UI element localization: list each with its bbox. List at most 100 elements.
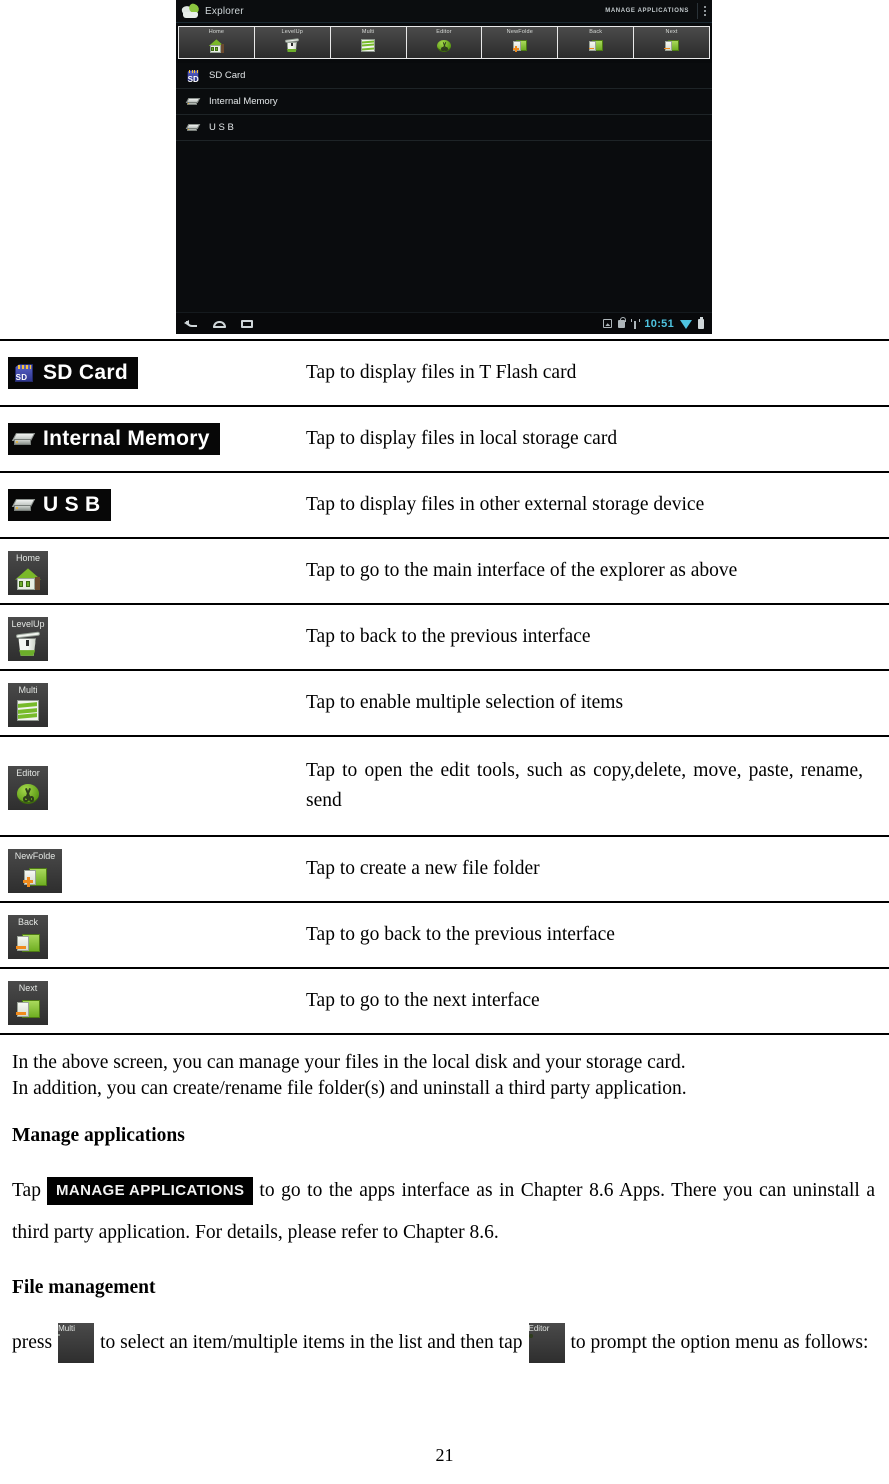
tile-label: Editor	[528, 1324, 550, 1334]
storage-list-item-label: U S B	[209, 122, 234, 133]
row-description: Tap to display files in other external s…	[306, 494, 705, 515]
new-folder-icon	[511, 37, 528, 54]
explorer-app-icon	[180, 2, 201, 19]
overflow-menu-icon[interactable]	[697, 3, 706, 19]
storage-list-item-usb[interactable]: U S B	[176, 115, 712, 141]
table-cell-icon: Multi	[0, 669, 296, 737]
status-clock: 10:51	[644, 317, 674, 330]
back-button-tile[interactable]: Back	[8, 914, 48, 959]
toolbar-label: Editor	[436, 29, 452, 35]
table-row: Home Tap to go to the main interface of …	[0, 537, 889, 605]
multi-select-icon	[360, 37, 377, 54]
file-pre-text: press	[12, 1331, 53, 1353]
table-cell-description: Tap to enable multiple selection of item…	[296, 669, 889, 737]
sd-card-icon: SD	[186, 69, 200, 84]
storage-list-item-sd-card[interactable]: SD SD Card	[176, 63, 712, 89]
manage-mid-text: to go to the apps interface as in Chapte…	[259, 1179, 717, 1201]
tile-label: Home	[15, 552, 40, 563]
back-folder-icon	[587, 37, 604, 54]
table-cell-description: Tap to display files in local storage ca…	[296, 405, 889, 473]
tile-label: LevelUp	[11, 618, 45, 629]
table-cell-icon: NewFolde	[0, 835, 296, 903]
body-content: In the above screen, you can manage your…	[0, 1030, 889, 1383]
toolbar-label: Multi	[361, 29, 375, 35]
home-button-tile[interactable]: Home	[8, 550, 48, 595]
hdd-icon	[12, 430, 36, 449]
next-button-tile[interactable]: Next	[8, 980, 48, 1025]
manage-applications-action[interactable]: MANAGE APPLICATIONS	[605, 8, 689, 14]
sd-card-chip[interactable]: SD SD Card	[8, 357, 138, 389]
file-line-2: option menu as follows:	[680, 1331, 869, 1353]
table-cell-description: Tap to open the edit tools, such as copy…	[296, 735, 889, 837]
storage-list-item-internal-memory[interactable]: Internal Memory	[176, 89, 712, 115]
android-title-bar: Explorer MANAGE APPLICATIONS	[176, 0, 712, 23]
toolbar-label: Back	[589, 29, 603, 35]
heading-manage-applications: Manage applications	[12, 1125, 185, 1146]
file-mid-text: to select an item/multiple items in the …	[100, 1331, 523, 1353]
new-folder-button-tile[interactable]: NewFolde	[8, 848, 62, 893]
toolbar-label: NewFolde	[506, 29, 534, 35]
table-cell-description: Tap to go to the next interface	[296, 967, 889, 1035]
usb-chip[interactable]: U S B	[8, 489, 111, 521]
storage-list-item-label: Internal Memory	[209, 96, 278, 107]
table-cell-icon: Back	[0, 901, 296, 969]
status-icons: 10:51	[603, 316, 704, 330]
tile-label: Multi	[58, 1324, 75, 1334]
toolbar-label: LevelUp	[281, 29, 304, 35]
table-cell-icon: Next	[0, 967, 296, 1035]
back-folder-icon	[14, 929, 42, 957]
editor-button-tile[interactable]: Editor	[8, 765, 48, 810]
back-icon[interactable]	[184, 318, 199, 330]
levelup-trash-icon	[14, 631, 42, 659]
table-row: SD SD Card Tap to display files in T Fla…	[0, 339, 889, 407]
toolbar-button-multi[interactable]: Multi	[329, 26, 407, 59]
explorer-toolbar: Home LevelUp Multi Editor NewFolde Back …	[176, 23, 712, 63]
home-icon	[14, 565, 42, 593]
table-cell-description: Tap to back to the previous interface	[296, 603, 889, 671]
multi-button-tile[interactable]: Multi	[8, 682, 48, 727]
row-description: Tap to go back to the previous interface	[306, 924, 615, 945]
table-row: LevelUp Tap to back to the previous inte…	[0, 603, 889, 671]
new-folder-icon	[21, 863, 49, 891]
intro-line-2: In addition, you can create/rename file …	[12, 1077, 687, 1099]
storage-list-item-label: SD Card	[209, 70, 246, 81]
file-list-empty-area	[176, 141, 712, 328]
manage-applications-paragraph: Tap MANAGE APPLICATIONS to go to the apps …	[0, 1170, 889, 1254]
row-description: Tap to display files in T Flash card	[306, 362, 577, 383]
multi-button-inline-tile[interactable]: Multi	[58, 1323, 95, 1364]
levelup-button-tile[interactable]: LevelUp	[8, 616, 48, 661]
toolbar-button-home[interactable]: Home	[178, 26, 255, 59]
toolbar-button-editor[interactable]: Editor	[405, 26, 483, 59]
table-cell-description: Tap to create a new file folder	[296, 835, 889, 903]
toolbar-button-new-folder[interactable]: NewFolde	[481, 26, 559, 59]
toolbar-button-back[interactable]: Back	[557, 26, 635, 59]
toolbar-button-levelup[interactable]: LevelUp	[253, 26, 331, 59]
explorer-reference-table: SD SD Card Tap to display files in T Fla…	[0, 339, 889, 1035]
toolbar-button-next[interactable]: Next	[633, 26, 711, 59]
intro-line-1: In the above screen, you can manage your…	[12, 1051, 686, 1073]
row-description: Tap to go to the main interface of the e…	[306, 560, 738, 581]
hdd-icon	[185, 122, 201, 134]
manage-applications-chip[interactable]: MANAGE APPLICATIONS	[46, 1177, 254, 1206]
home-icon[interactable]	[212, 318, 227, 330]
editor-button-inline-tile[interactable]: Editor	[528, 1323, 565, 1364]
tile-label: Next	[18, 982, 38, 993]
android-navigation-bar: 10:51	[176, 312, 712, 334]
hdd-icon	[12, 496, 36, 515]
home-icon	[208, 37, 225, 54]
heading-file-management: File management	[12, 1277, 156, 1298]
row-description: Tap to go to the next interface	[306, 990, 540, 1011]
hdd-icon	[185, 96, 201, 108]
storage-list: SD SD Card Internal Memory U S B	[176, 63, 712, 328]
recents-icon[interactable]	[240, 318, 255, 330]
file-post-text: to prompt the	[570, 1331, 676, 1353]
table-cell-icon: LevelUp	[0, 603, 296, 671]
internal-memory-chip[interactable]: Internal Memory	[8, 423, 220, 455]
levelup-trash-icon	[284, 37, 301, 54]
editor-scissors-icon	[436, 37, 453, 54]
table-cell-icon: Editor	[0, 735, 296, 837]
toolbar-label: Home	[208, 29, 225, 35]
page-number: 21	[435, 1445, 454, 1465]
table-cell-icon: Home	[0, 537, 296, 605]
title-bar-actions: MANAGE APPLICATIONS	[605, 3, 706, 19]
